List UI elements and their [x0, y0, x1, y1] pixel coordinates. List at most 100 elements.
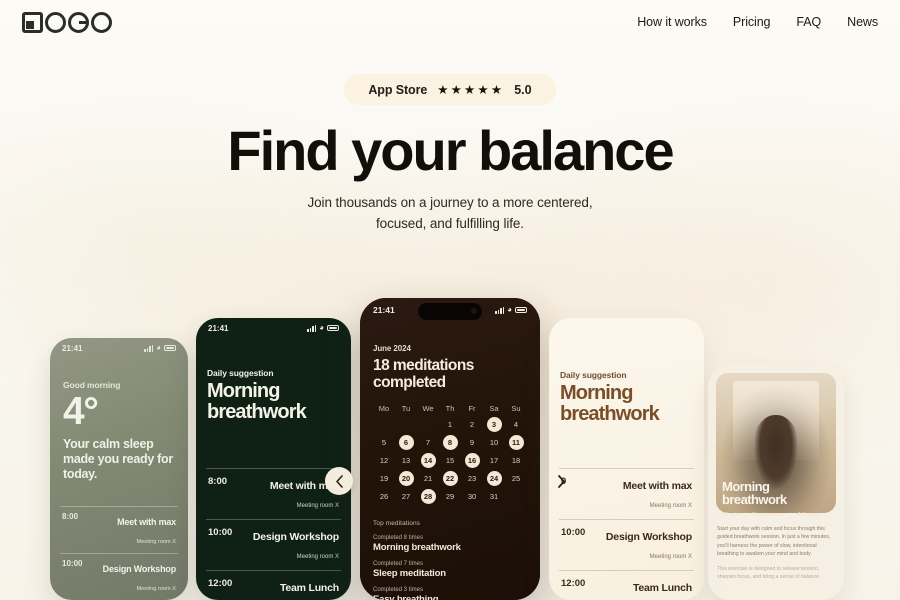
calendar-day-active[interactable]: 14	[420, 453, 436, 469]
event-time: 8:00	[208, 476, 228, 487]
carousel-next-button[interactable]	[547, 467, 575, 495]
calendar-day[interactable]: 15	[443, 453, 458, 468]
calendar-day[interactable]: 18	[509, 453, 524, 468]
calendar-day-active[interactable]: 3	[486, 417, 502, 433]
list-item[interactable]: 10:00 Design Workshop Meeting room X	[206, 519, 341, 570]
carousel-prev-button[interactable]	[325, 467, 353, 495]
calendar-weekday-header: Mo Tu We Th Fr Sa Su	[373, 404, 527, 413]
event-location: Meeting room X	[296, 554, 339, 560]
calendar-week-row: 12 13 14 15 16 17 18	[373, 452, 527, 470]
rating-badge-score: 5.0	[514, 82, 532, 97]
phone-mockup-meditation-stats[interactable]: 21:41 ◕ June 2024 18 meditations complet…	[360, 298, 540, 600]
event-title: Meet with max	[117, 517, 176, 527]
weekday-label: Mo	[378, 403, 390, 413]
calendar[interactable]: Mo Tu We Th Fr Sa Su 1 2 3 4 5 6 7 8 9 10 11 12 13 14…	[373, 404, 527, 506]
calendar-day[interactable]: 21	[421, 471, 436, 486]
calendar-day[interactable]: 31	[487, 489, 502, 504]
site-header: How it works Pricing FAQ News	[0, 0, 900, 44]
calendar-day[interactable]: 23	[465, 471, 480, 486]
battery-icon	[515, 306, 527, 314]
calendar-day[interactable]: 29	[443, 489, 458, 504]
suggestion-kicker: Daily suggestion	[560, 370, 627, 380]
list-item[interactable]: 12:00 Team Lunch Bridge	[559, 570, 694, 600]
event-time: 10:00	[561, 527, 586, 538]
dynamic-island	[418, 303, 482, 320]
list-item[interactable]: 0 Meet with max Meeting room X	[559, 468, 694, 519]
phone-mockup-daily-suggestion-dark[interactable]: 21:41 ◕ Daily suggestion Morning breathw…	[196, 318, 351, 600]
status-time: 21:41	[62, 343, 83, 353]
status-icons: ◕	[495, 306, 527, 314]
phone-screen: 21:41 ◕ June 2024 18 meditations complet…	[360, 298, 540, 600]
meditation-count: Completed 8 times	[373, 535, 424, 541]
calendar-day[interactable]: 13	[399, 453, 414, 468]
status-icons: ◕	[307, 324, 339, 332]
list-item[interactable]: Completed 8 times Morning breathwork	[373, 535, 527, 553]
logo[interactable]	[22, 11, 112, 33]
stats-block: June 2024 18 meditations completed Mo Tu…	[373, 344, 527, 506]
list-item[interactable]: 10:00 Design Workshop Meeting room X	[559, 519, 694, 570]
event-title: Design Workshop	[605, 531, 692, 543]
phone-mockup-breathwork-detail[interactable]: Morning breathwork 15 min | 3 sequences …	[708, 365, 844, 600]
calendar-day-active[interactable]: 11	[508, 435, 524, 451]
event-time: 12:00	[561, 578, 586, 589]
session-title: Morning breathwork	[722, 478, 787, 508]
phone-mockup-daily-suggestion-light[interactable]: Daily suggestion Morning breathwork 0 Me…	[549, 318, 704, 600]
wifi-icon: ◕	[507, 305, 512, 314]
calendar-day-active[interactable]: 20	[398, 471, 414, 487]
chevron-right-icon	[557, 474, 565, 488]
signal-bars-icon	[144, 344, 154, 352]
nav-item-news[interactable]: News	[847, 15, 878, 29]
nav-item-pricing[interactable]: Pricing	[733, 15, 771, 29]
list-item[interactable]: 10:00 Design Workshop Meeting room X	[60, 553, 178, 600]
list-item[interactable]: 12:00 Team Lunch Bridge	[206, 570, 341, 600]
weekday-label: We	[422, 403, 434, 413]
meta-separator: |	[744, 512, 747, 518]
logo-letter-g-icon	[68, 11, 89, 33]
sleep-message: Your calm sleep made you ready for today…	[63, 437, 173, 481]
session-description: Start your day with calm and focus throu…	[717, 525, 835, 582]
calendar-day[interactable]: 25	[509, 471, 524, 486]
signal-bars-icon	[495, 306, 505, 314]
app-store-rating-badge[interactable]: App Store ★★★★★ 5.0	[344, 74, 556, 105]
calendar-day[interactable]: 9	[465, 435, 480, 450]
session-rating: 4.9 stars	[797, 512, 819, 518]
list-item[interactable]: 8:00 Meet with max Meeting room X	[206, 468, 341, 519]
phone-mockup-morning-weather[interactable]: 21:41 ◕ Good morning 4° Your calm sleep …	[50, 338, 188, 600]
list-item[interactable]: 8:00 Meet with max Meeting room X	[60, 506, 178, 553]
top-meditations-section: Top meditations Completed 8 times Mornin…	[373, 520, 527, 600]
event-location: Meeting room X	[136, 586, 176, 592]
nav-item-how-it-works[interactable]: How it works	[637, 15, 707, 29]
weekday-label: Th	[445, 403, 455, 413]
calendar-day[interactable]: 12	[377, 453, 392, 468]
calendar-day-active[interactable]: 22	[442, 471, 458, 487]
calendar-day[interactable]: 2	[465, 417, 480, 432]
schedule-list: 0 Meet with max Meeting room X 10:00 Des…	[559, 468, 694, 600]
calendar-day[interactable]: 27	[399, 489, 414, 504]
calendar-day[interactable]: 30	[465, 489, 480, 504]
calendar-day[interactable]: 5	[377, 435, 392, 450]
meta-separator: |	[789, 512, 792, 518]
calendar-day-active[interactable]: 28	[420, 489, 436, 505]
calendar-day-active[interactable]: 6	[398, 435, 414, 451]
calendar-day-active[interactable]: 16	[464, 453, 480, 469]
calendar-day[interactable]: 19	[377, 471, 392, 486]
nav-item-faq[interactable]: FAQ	[796, 15, 821, 29]
meditations-completed-heading: 18 meditations completed	[373, 357, 474, 392]
suggestion-title: Morning breathwork	[207, 380, 307, 423]
calendar-day-active[interactable]: 24	[486, 471, 502, 487]
calendar-month-label: June 2024	[373, 344, 411, 353]
weekday-label: Fr	[468, 403, 476, 413]
list-item[interactable]: Completed 7 times Sleep meditation	[373, 561, 527, 579]
calendar-day[interactable]: 17	[487, 453, 502, 468]
calendar-day[interactable]: 1	[443, 417, 458, 432]
calendar-day-active[interactable]: 8	[442, 435, 458, 451]
calendar-day[interactable]: 4	[509, 417, 524, 432]
list-item[interactable]: Completed 3 times Easy breathing	[373, 587, 527, 600]
calendar-day[interactable]: 7	[421, 435, 436, 450]
event-location: Meeting room X	[649, 503, 692, 509]
session-sequences: 3 sequences	[752, 512, 784, 518]
greeting-text: Good morning	[63, 380, 121, 390]
event-title: Design Workshop	[102, 564, 177, 574]
calendar-day[interactable]: 10	[487, 435, 502, 450]
calendar-day[interactable]: 26	[377, 489, 392, 504]
